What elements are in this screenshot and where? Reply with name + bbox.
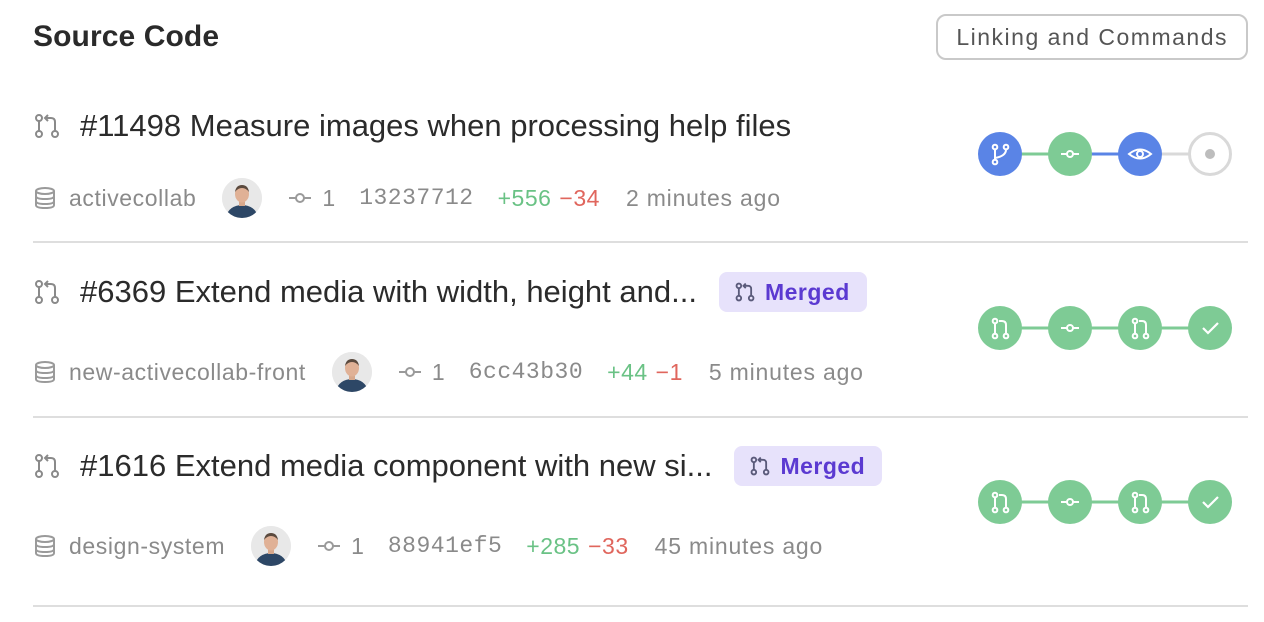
- deletions-count: −1: [655, 358, 683, 385]
- pull-request-row[interactable]: #6369 Extend media with width, height an…: [33, 242, 1248, 418]
- merged-icon: [750, 456, 770, 476]
- additions-count: +556: [497, 184, 552, 211]
- pipeline-step-pull-request-icon[interactable]: [1118, 306, 1162, 350]
- commit-sha[interactable]: 88941ef5: [388, 533, 502, 559]
- repository-name[interactable]: design-system: [69, 533, 225, 560]
- commit-sha[interactable]: 6cc43b30: [469, 359, 583, 385]
- pipeline-step-pull-request-icon[interactable]: [1118, 480, 1162, 524]
- status-badge: Merged: [734, 446, 883, 486]
- repository-icon: [33, 360, 57, 384]
- pipeline-step-eye-icon[interactable]: [1118, 132, 1162, 176]
- additions-count: +44: [607, 358, 648, 385]
- linking-and-commands-button[interactable]: Linking and Commands: [936, 14, 1248, 60]
- pipeline-status: [978, 132, 1248, 176]
- additions-count: +285: [526, 532, 581, 559]
- pipeline-step-branch-icon[interactable]: [978, 132, 1022, 176]
- pr-meta: new-activecollab-front 1 6cc43b30 +44 −1…: [33, 352, 864, 392]
- pipeline-status: [978, 306, 1248, 350]
- timestamp: 5 minutes ago: [708, 358, 864, 385]
- pipeline-step-pending-icon[interactable]: [1188, 132, 1232, 176]
- commit-icon: [288, 186, 312, 210]
- timestamp: 2 minutes ago: [625, 184, 781, 211]
- pr-title-link[interactable]: #11498 Measure images when processing he…: [80, 108, 791, 144]
- avatar[interactable]: [251, 526, 292, 566]
- status-badge-label: Merged: [764, 278, 850, 305]
- pr-title-line: #6369 Extend media with width, height an…: [33, 272, 867, 312]
- pull-request-icon: [33, 452, 61, 480]
- repository-icon: [33, 186, 57, 210]
- section-header: Source Code Linking and Commands: [33, 13, 1248, 61]
- timestamp: 45 minutes ago: [654, 532, 824, 559]
- commit-count: 1: [351, 532, 364, 559]
- commit-icon: [317, 534, 341, 558]
- merged-icon: [735, 282, 755, 302]
- pr-title-link[interactable]: #6369 Extend media with width, height an…: [80, 274, 697, 310]
- pull-request-icon: [33, 112, 61, 140]
- commit-icon: [398, 360, 422, 384]
- commit-sha[interactable]: 13237712: [359, 185, 473, 211]
- pull-request-icon: [33, 278, 61, 306]
- commit-count: 1: [322, 184, 336, 211]
- pipeline-step-pull-request-icon[interactable]: [978, 480, 1022, 524]
- pipeline-step-check-icon[interactable]: [1188, 306, 1232, 350]
- pipeline-step-check-icon[interactable]: [1188, 480, 1232, 524]
- deletions-count: −34: [559, 184, 600, 211]
- repository-name[interactable]: new-activecollab-front: [69, 359, 306, 386]
- pipeline-status: [978, 480, 1248, 524]
- commit-count: 1: [431, 358, 445, 385]
- status-badge-label: Merged: [780, 452, 866, 479]
- pipeline-step-commit-icon[interactable]: [1048, 480, 1092, 524]
- pr-meta: design-system 1 88941ef5 +285 −33 45 min…: [33, 526, 823, 566]
- deletions-count: −33: [588, 532, 629, 559]
- pipeline-step-commit-icon[interactable]: [1048, 132, 1092, 176]
- avatar[interactable]: [331, 352, 372, 392]
- status-badge: Merged: [718, 272, 867, 312]
- pipeline-step-commit-icon[interactable]: [1048, 306, 1092, 350]
- avatar[interactable]: [222, 178, 263, 218]
- repository-name[interactable]: activecollab: [69, 185, 196, 212]
- pull-request-row[interactable]: #11498 Measure images when processing he…: [33, 68, 1248, 243]
- page-title: Source Code: [33, 20, 220, 53]
- repository-icon: [33, 534, 57, 558]
- pipeline-step-pull-request-icon[interactable]: [978, 306, 1022, 350]
- pr-title-line: #1616 Extend media component with new si…: [33, 446, 883, 486]
- pr-title-line: #11498 Measure images when processing he…: [33, 106, 791, 146]
- pull-request-row[interactable]: #1616 Extend media component with new si…: [33, 416, 1248, 607]
- pr-meta: activecollab 1 13237712 +556 −34 2 minut…: [33, 178, 781, 218]
- pr-title-link[interactable]: #1616 Extend media component with new si…: [80, 448, 712, 484]
